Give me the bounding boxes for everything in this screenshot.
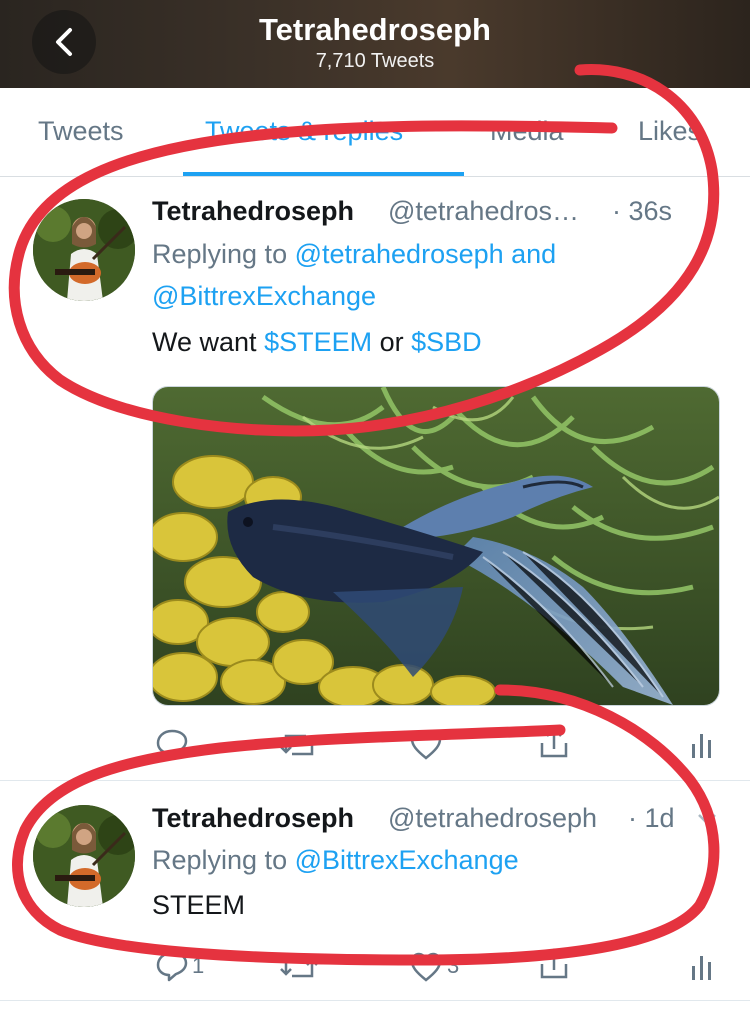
analytics-icon [692,956,711,980]
like-icon [410,952,442,982]
profile-tabs: Tweets Tweets & replies Media Likes [0,88,750,177]
reply-icon [156,729,188,760]
replying-to-line-2: @BittrexExchange [152,281,376,312]
avatar[interactable] [33,199,135,301]
like-count: 3 [447,953,460,978]
reply-button[interactable] [155,728,189,765]
replying-to-prefix: Replying to [152,845,295,875]
tweet-divider [0,1000,750,1001]
analytics-icon [692,734,711,758]
replying-to-line: Replying to @tetrahedroseph and [152,239,556,270]
tweet-count: 7,710 Tweets [315,50,435,72]
avatar-photo [33,805,135,907]
profile-name-title: Tetrahedroseph [259,12,491,47]
betta-fish-photo [153,387,719,705]
like-icon [410,730,442,760]
tweet-text: We want $STEEM or $SBD [152,327,482,358]
tweet-author-handle[interactable]: @tetrahedroseph [388,803,597,834]
active-tab-indicator [183,172,464,176]
tweet-menu-button[interactable] [697,812,717,831]
avatar[interactable] [33,805,135,907]
reply-count: 1 [192,953,205,978]
tweet-author-name[interactable]: Tetrahedroseph [152,196,354,227]
tab-likes[interactable]: Likes [638,116,701,147]
tweet-timestamp[interactable]: · 1d [628,803,675,834]
retweet-button[interactable] [280,952,318,987]
retweet-icon [280,956,318,978]
reply-icon [156,951,188,982]
cashtag-link[interactable]: $STEEM [264,327,372,357]
share-button[interactable] [538,946,570,985]
tweet-timestamp[interactable]: · 36s [612,196,672,227]
tweet-media-image[interactable] [152,386,720,706]
replying-to-prefix: Replying to [152,239,295,269]
analytics-button[interactable] [690,728,714,765]
mention-link[interactable]: @tetrahedroseph [295,239,504,269]
share-icon [540,948,568,979]
replying-to-line: Replying to @BittrexExchange [152,845,519,876]
replying-and[interactable]: and [504,239,556,269]
tab-tweets-and-replies[interactable]: Tweets & replies [205,116,403,147]
tweet-text: STEEM [152,890,246,920]
avatar-photo [33,199,135,301]
retweet-icon [280,734,318,756]
tweet-author-name[interactable]: Tetrahedroseph [152,803,354,834]
tweet-text-part: or [372,327,412,357]
tweet-text-part: We want [152,327,265,357]
reply-button[interactable] [155,950,189,987]
mention-link[interactable]: @BittrexExchange [152,281,376,311]
retweet-button[interactable] [280,730,318,765]
profile-header: Tetrahedroseph 7,710 Tweets [0,0,750,88]
tweet-author-handle[interactable]: @tetrahedros… [388,196,579,227]
share-button[interactable] [538,725,570,764]
analytics-button[interactable] [690,950,714,987]
like-button[interactable] [410,730,442,765]
caret-down-icon [698,814,716,825]
share-icon [540,727,568,758]
cashtag-link[interactable]: $SBD [411,327,482,357]
mention-link[interactable]: @BittrexExchange [295,845,519,875]
tab-tweets[interactable]: Tweets [38,116,124,147]
like-button[interactable] [410,952,442,987]
tab-media[interactable]: Media [490,116,564,147]
tweet-divider [0,780,750,781]
